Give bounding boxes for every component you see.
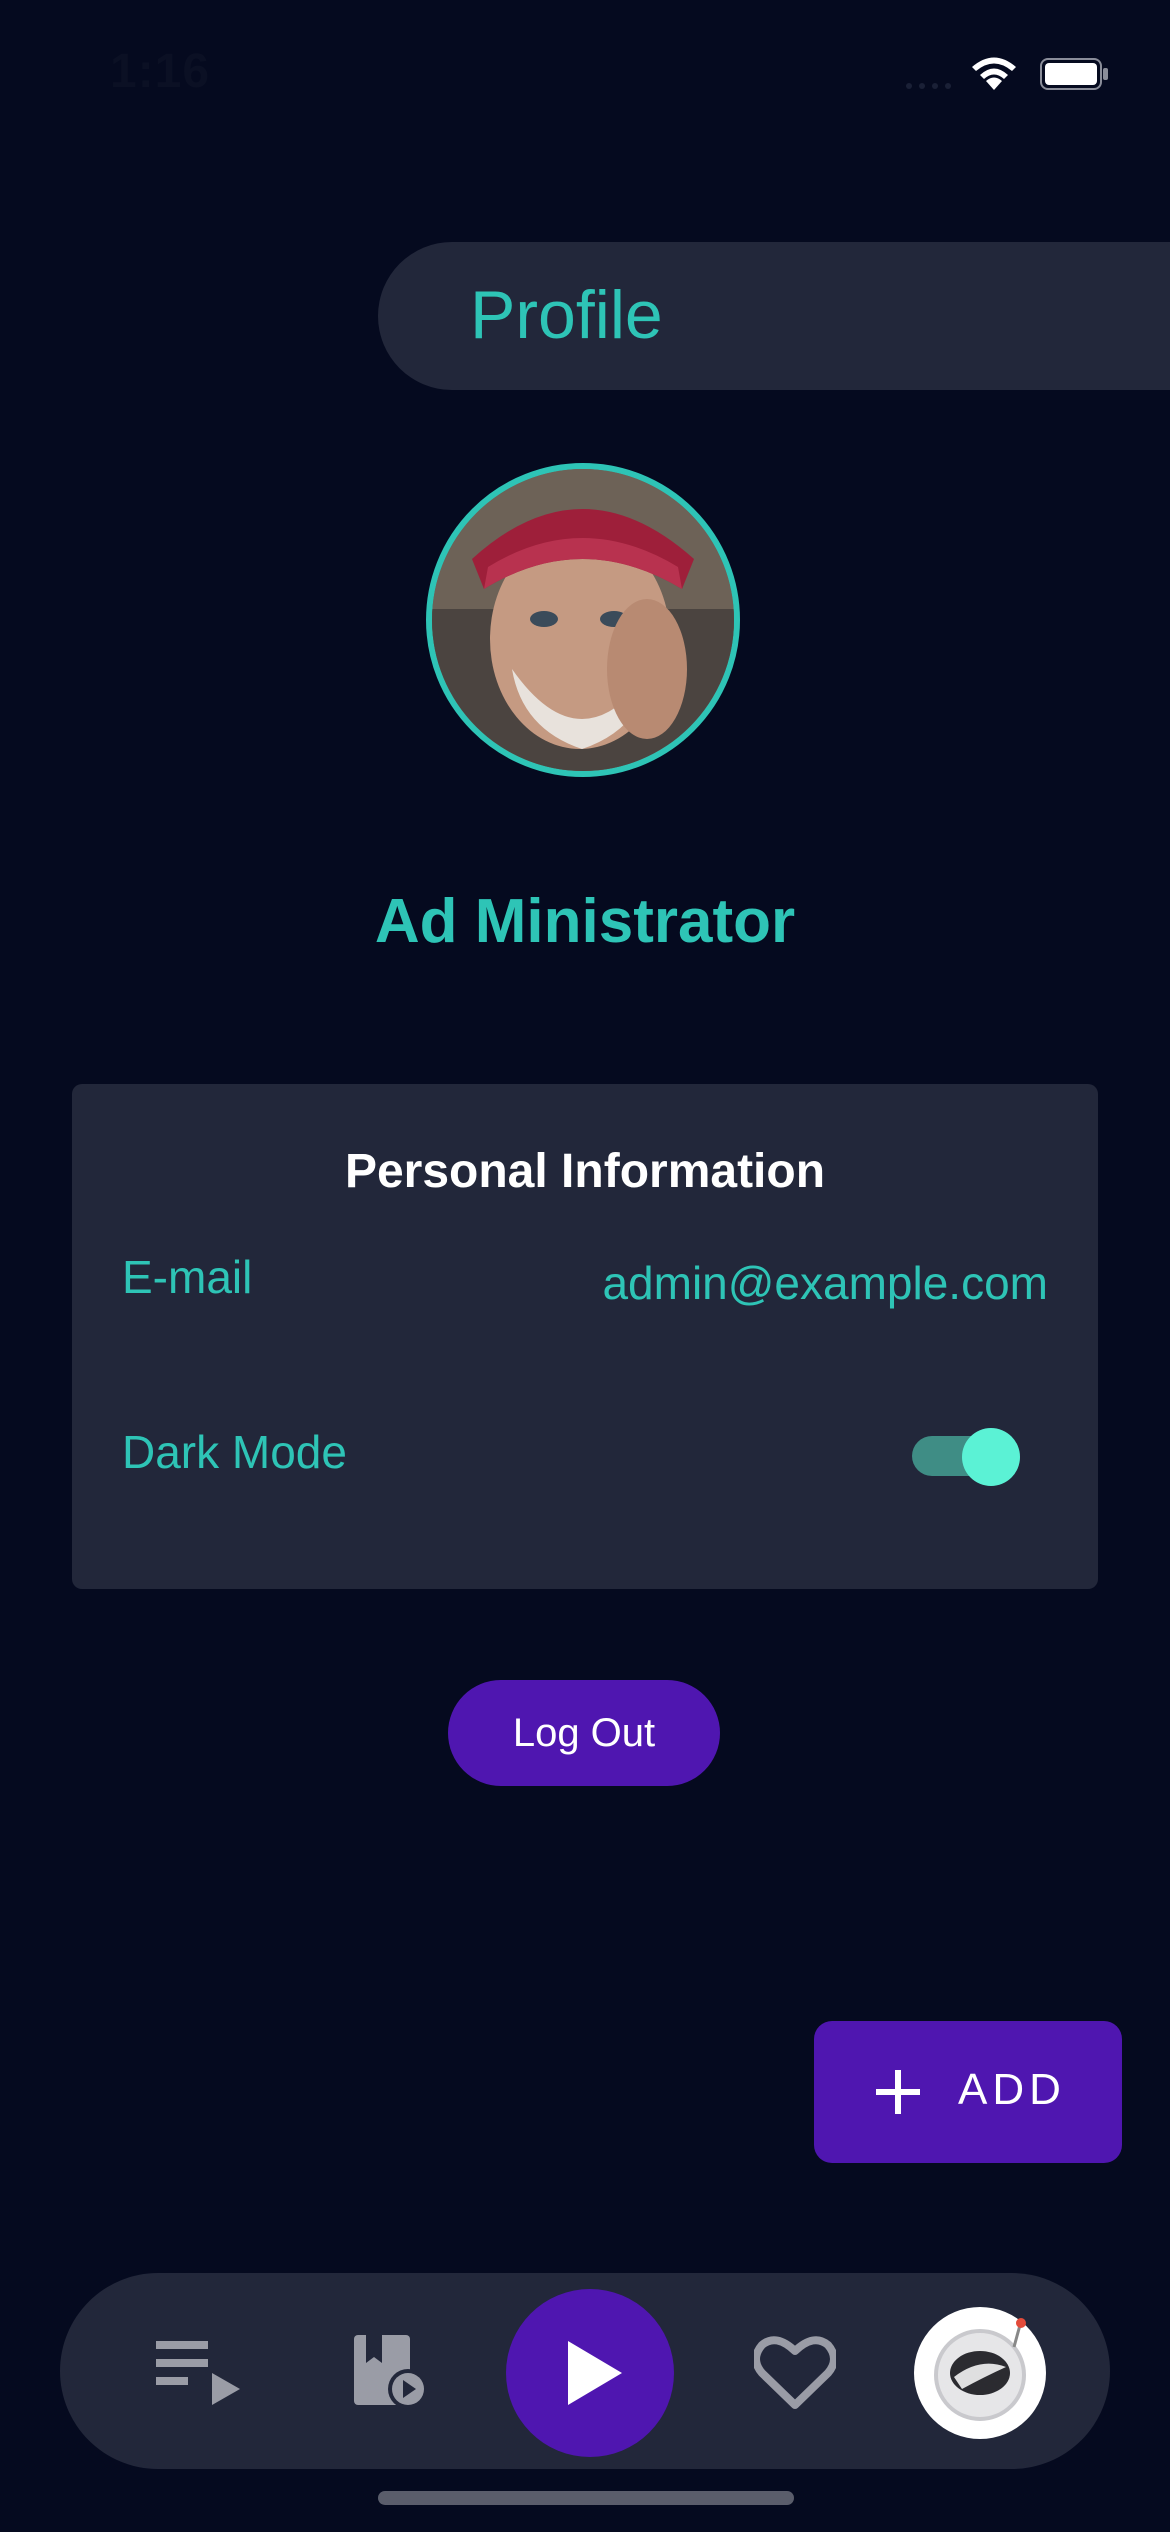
email-value: admin@example.com [602, 1257, 1048, 1309]
dark-mode-toggle[interactable] [912, 1428, 1020, 1486]
plus-icon [876, 2070, 920, 2114]
heart-icon [752, 2336, 838, 2409]
nav-profile[interactable] [914, 2307, 1046, 2439]
avatar[interactable] [426, 463, 740, 777]
battery-icon [1040, 58, 1108, 90]
card-title: Personal Information [344, 1145, 826, 1198]
email-label: E-mail [122, 1251, 253, 1303]
bottom-nav [60, 2273, 1110, 2469]
playlist-icon [156, 2341, 240, 2405]
personal-info-card: Personal Information E-mail admin@exampl… [72, 1084, 1098, 1589]
nav-favorites[interactable] [752, 2335, 838, 2414]
page-title: Profile [470, 277, 663, 353]
status-bar: 1:16 [0, 0, 1170, 150]
wifi-icon [972, 57, 1016, 90]
home-indicator [378, 2491, 794, 2505]
astronaut-avatar-icon [934, 2318, 1026, 2421]
add-button[interactable]: ADD [814, 2021, 1122, 2163]
saved-media-icon [354, 2335, 428, 2409]
nav-playlist[interactable] [156, 2337, 240, 2412]
add-button-label: ADD [958, 2065, 1066, 2114]
profile-header: Profile [378, 242, 1170, 390]
dark-mode-label: Dark Mode [122, 1426, 347, 1478]
nav-play[interactable] [506, 2289, 674, 2457]
cellular-signal-icon [906, 83, 951, 89]
logout-button[interactable]: Log Out [448, 1680, 720, 1786]
toggle-knob [962, 1428, 1020, 1486]
avatar-photo [432, 469, 734, 771]
nav-saved-media[interactable] [352, 2333, 428, 2414]
status-time: 1:16 [110, 45, 211, 98]
user-name: Ad Ministrator [374, 887, 796, 956]
play-icon [568, 2341, 622, 2405]
